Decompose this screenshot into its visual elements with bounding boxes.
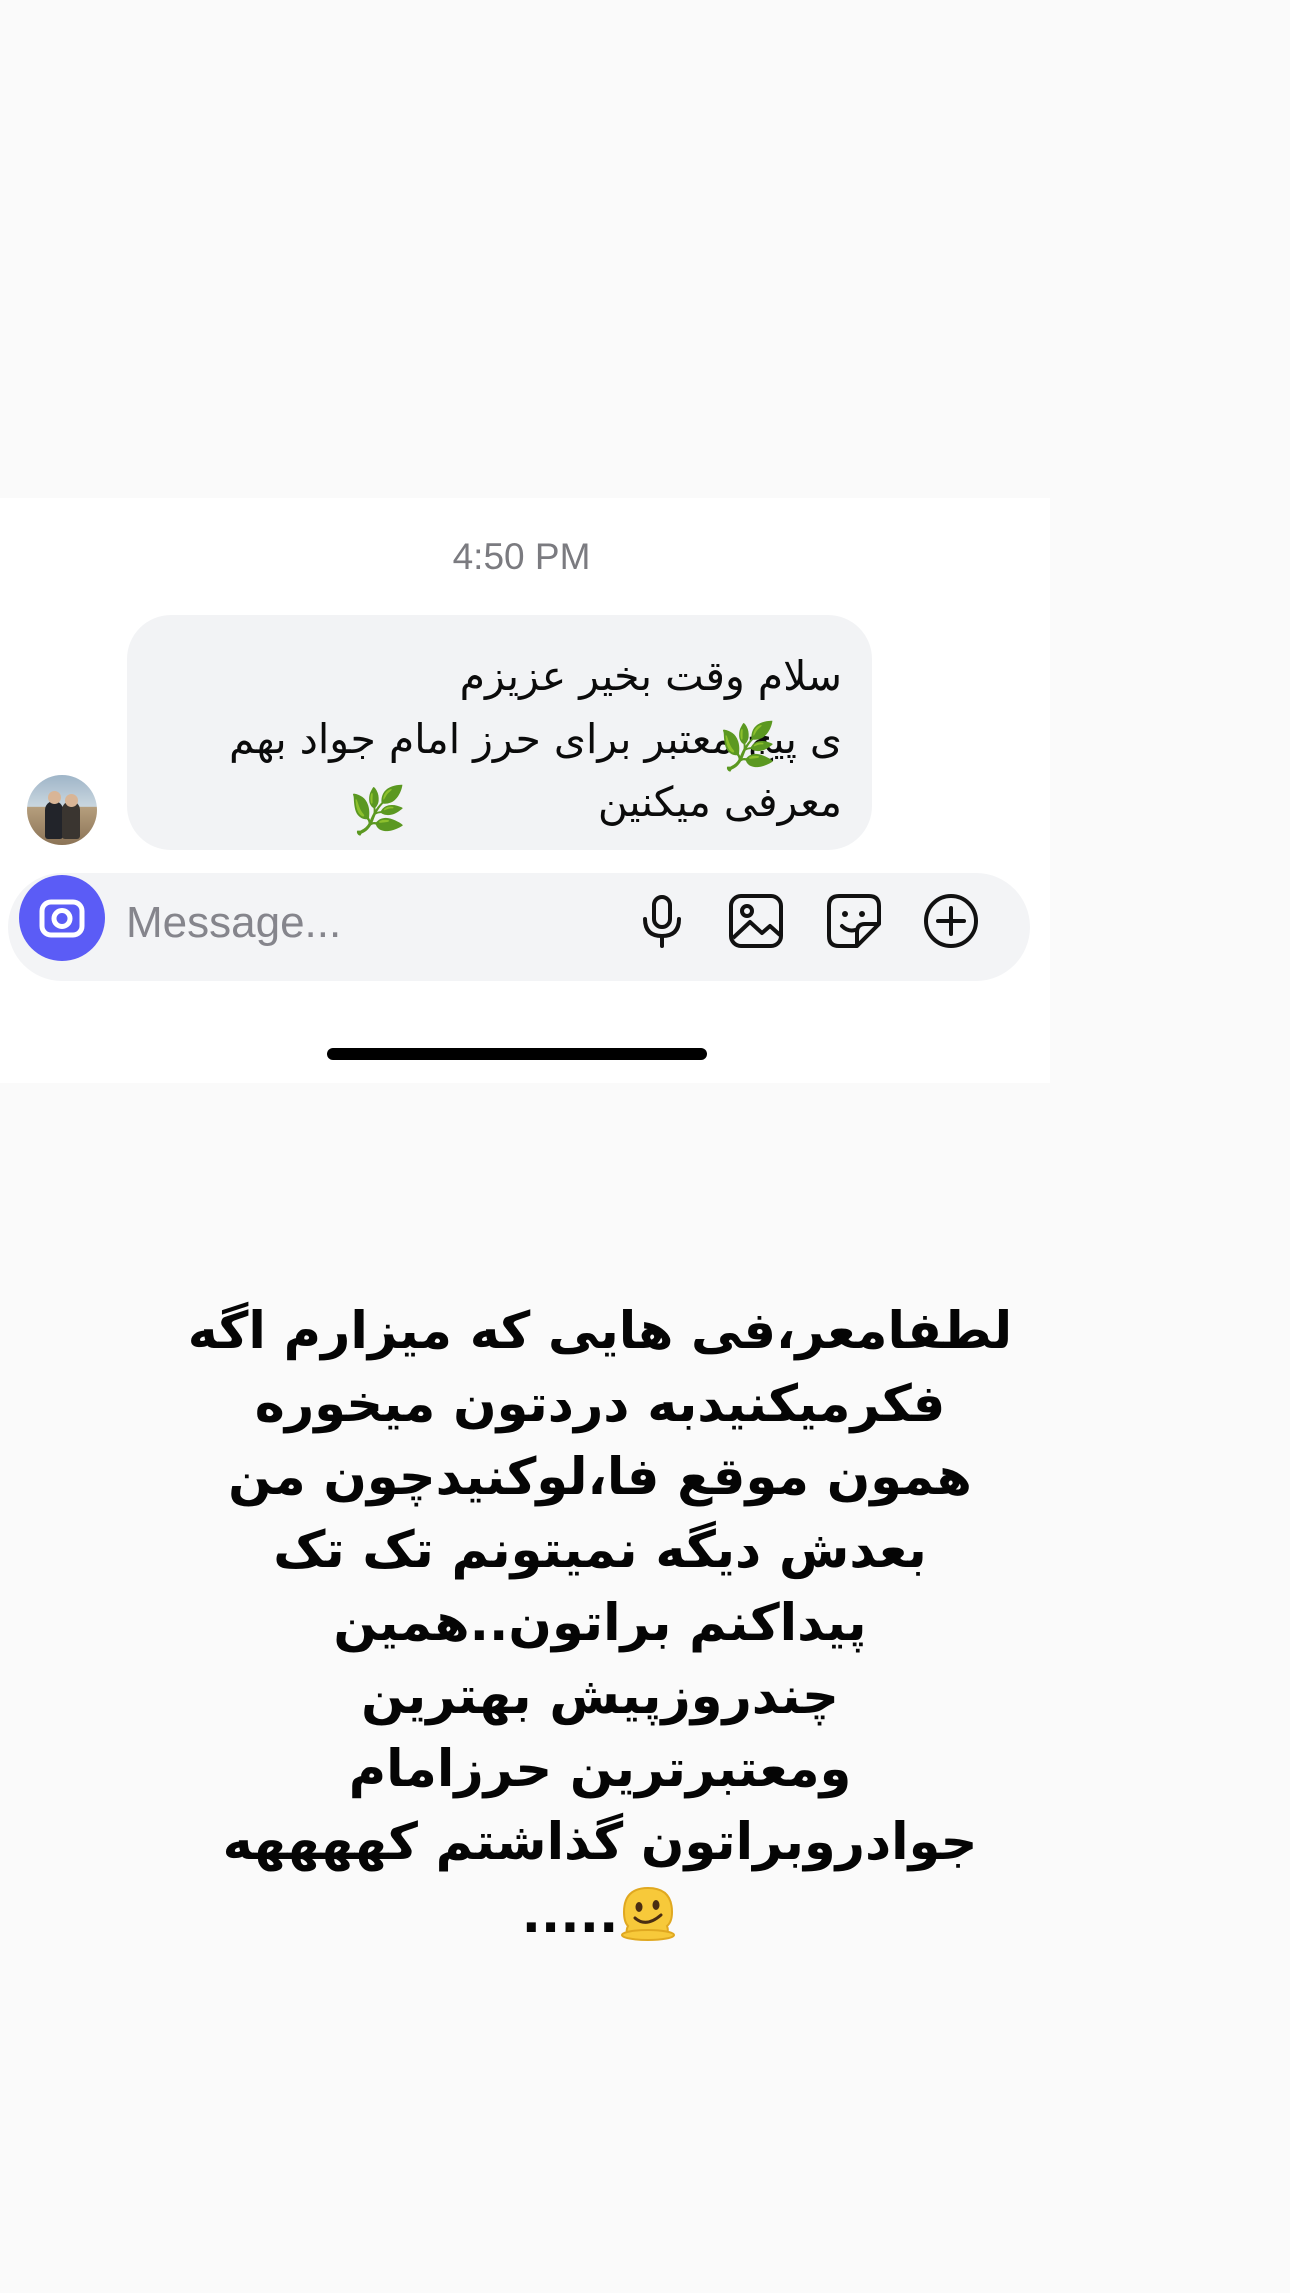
caption-line: همون موقع فا،لوکنیدچون من	[228, 1448, 972, 1507]
caption-line: بعدش دیگه نمیتونم تک تک	[273, 1521, 927, 1580]
plus-circle-icon[interactable]	[921, 891, 981, 951]
sticker-icon[interactable]	[824, 891, 884, 951]
sender-avatar[interactable]	[27, 775, 97, 845]
leaf-emoji-icon: 🌿	[349, 783, 407, 837]
image-icon[interactable]	[726, 891, 786, 951]
story-caption: لطفامعر،فی هایی که میزارم اگه فکرمیکنیدب…	[150, 1295, 1050, 1952]
message-input[interactable]	[126, 895, 566, 951]
leaf-emoji-icon: 🌿	[719, 719, 777, 773]
caption-line: چندروزپیش بهترین	[361, 1667, 839, 1726]
caption-line: لطفامعر،فی هایی که میزارم اگه	[187, 1302, 1013, 1361]
camera-button[interactable]	[19, 875, 105, 961]
caption-line: جوادروبراتون گذاشتم کههههه	[222, 1813, 978, 1872]
camera-icon	[39, 899, 85, 938]
home-indicator	[327, 1048, 707, 1060]
message-composer	[8, 873, 1030, 981]
caption-line: فکرمیکنیدبه دردتون میخوره	[254, 1375, 946, 1434]
message-line: معرفی میکنین	[597, 778, 842, 826]
incoming-message-bubble[interactable]: سلام وقت بخیر عزیزم ی پیج معتبر برای حرز…	[127, 615, 872, 850]
melting-face-emoji	[621, 1886, 676, 1941]
caption-line: ومعتبرترین حرزامام	[348, 1740, 852, 1799]
message-line: سلام وقت بخیر عزیزم	[459, 652, 842, 700]
trailing-dots: .....	[521, 1886, 619, 1945]
caption-last-line: .....	[150, 1879, 1050, 1952]
caption-line: پیداکنم براتون..همین	[333, 1594, 867, 1653]
chat-screenshot: 4:50 PM سلام وقت بخیر عزیزم ی پیج معتبر …	[0, 498, 1050, 1083]
microphone-icon[interactable]	[632, 891, 692, 951]
message-timestamp: 4:50 PM	[452, 536, 591, 577]
